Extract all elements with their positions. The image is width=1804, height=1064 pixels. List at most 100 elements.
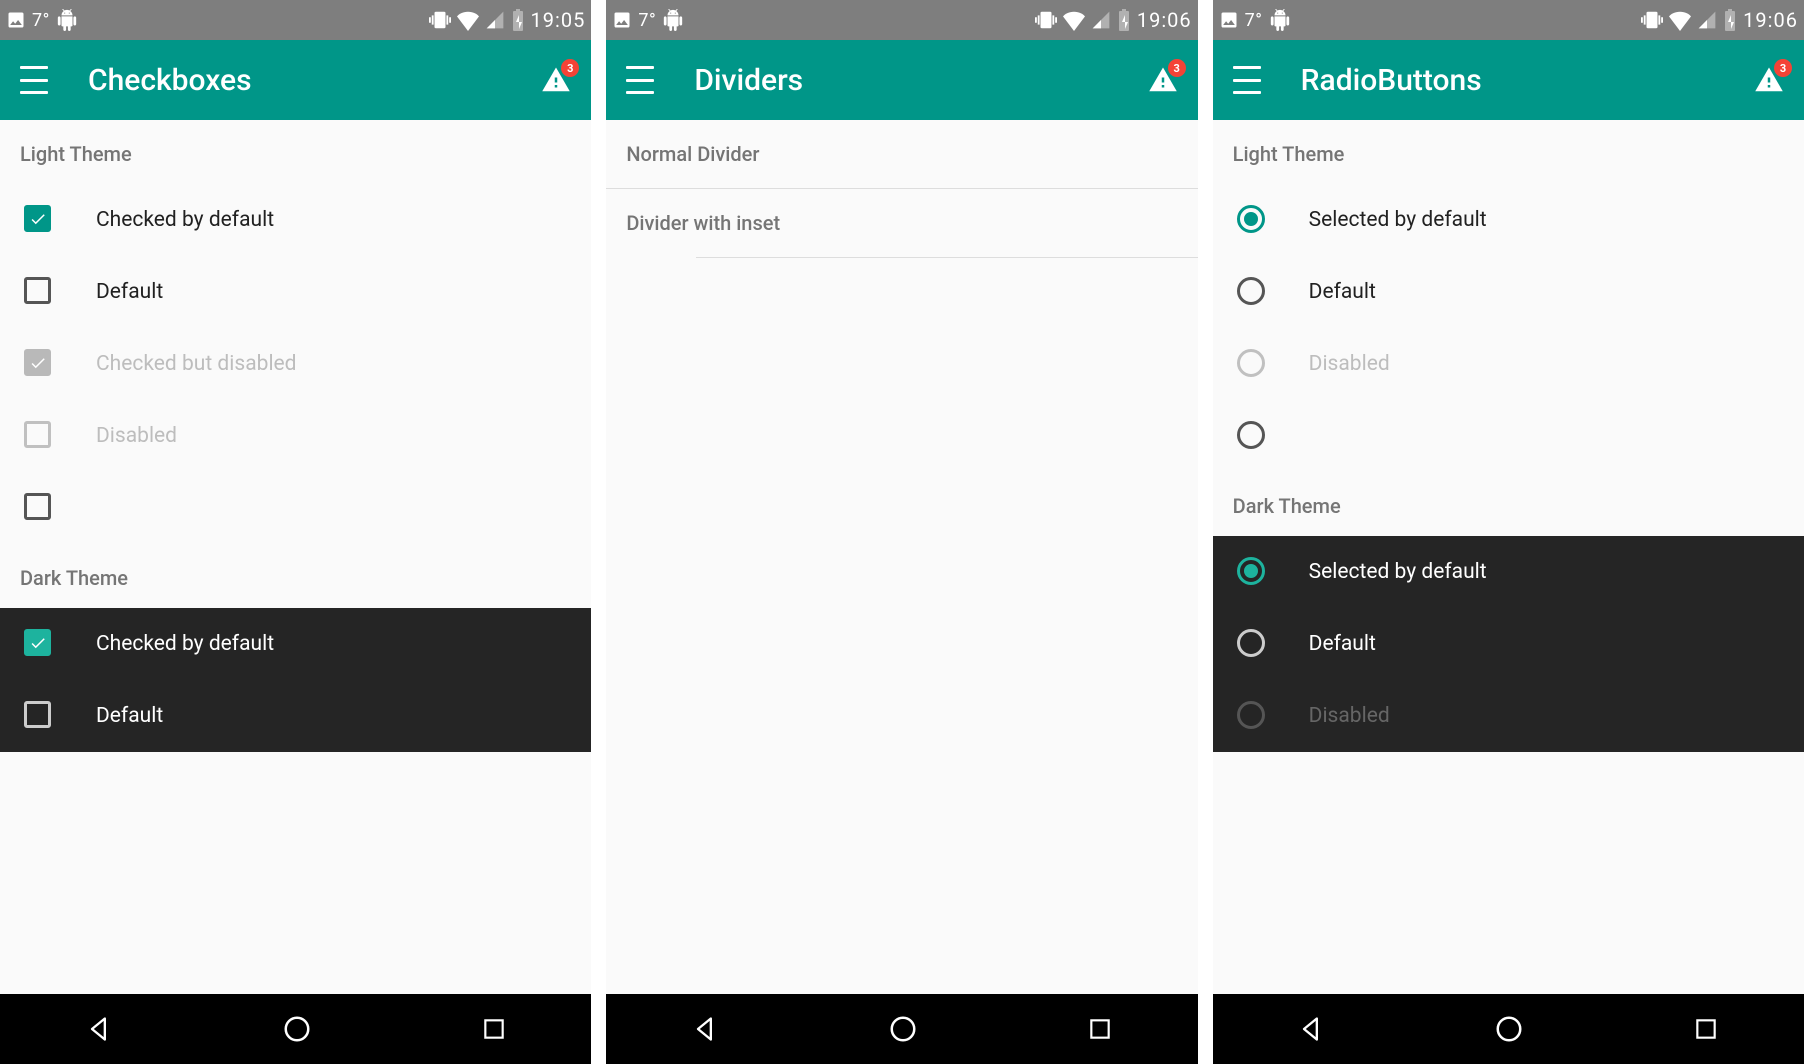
radio-row[interactable] xyxy=(1213,400,1804,472)
recent-icon[interactable] xyxy=(481,1016,507,1042)
back-icon[interactable] xyxy=(85,1015,113,1043)
checkbox-label: Default xyxy=(96,280,163,304)
badge: 3 xyxy=(1168,59,1186,77)
checkbox-row[interactable]: Checked by default xyxy=(0,184,591,256)
checkbox-icon xyxy=(24,493,51,520)
radio-icon xyxy=(1237,701,1265,729)
vibrate-icon xyxy=(429,9,451,31)
recent-icon[interactable] xyxy=(1087,1016,1113,1042)
content: Normal Divider Divider with inset xyxy=(606,120,1197,994)
checkbox-icon xyxy=(24,349,51,376)
badge: 3 xyxy=(1774,59,1792,77)
home-icon[interactable] xyxy=(1494,1014,1524,1044)
temperature: 7° xyxy=(638,10,656,31)
phone-radiobuttons: 7° 19:06 RadioButtons 3 Light Theme Sele… xyxy=(1213,0,1804,1064)
checkbox-row[interactable]: Default xyxy=(0,256,591,328)
badge: 3 xyxy=(561,59,579,77)
divider-section-header: Divider with inset xyxy=(606,189,1197,257)
status-bar: 7° 19:06 xyxy=(606,0,1197,40)
radio-label: Disabled xyxy=(1309,352,1390,376)
radio-label: Default xyxy=(1309,632,1376,656)
image-icon xyxy=(1219,10,1239,30)
image-icon xyxy=(612,10,632,30)
warning-button[interactable]: 3 xyxy=(541,65,571,95)
checkbox-icon xyxy=(24,205,51,232)
page-title: Checkboxes xyxy=(88,63,541,98)
radio-label: Disabled xyxy=(1309,704,1390,728)
temperature: 7° xyxy=(32,10,50,31)
app-bar: Dividers 3 xyxy=(606,40,1197,120)
recent-icon[interactable] xyxy=(1693,1016,1719,1042)
status-bar: 7° 19:05 xyxy=(0,0,591,40)
vibrate-icon xyxy=(1641,9,1663,31)
temperature: 7° xyxy=(1245,10,1263,31)
page-title: RadioButtons xyxy=(1301,63,1754,98)
android-nav-bar xyxy=(606,994,1197,1064)
battery-icon xyxy=(511,9,525,31)
dark-theme-section: Checked by default Default xyxy=(0,608,591,752)
android-icon xyxy=(1269,9,1291,31)
signal-icon xyxy=(485,10,505,30)
phone-checkboxes: 7° 19:05 Checkboxes 3 Light Theme Checke… xyxy=(0,0,591,1064)
checkbox-icon xyxy=(24,421,51,448)
wifi-icon xyxy=(1669,9,1691,31)
checkbox-label: Checked but disabled xyxy=(96,352,297,376)
checkbox-row: Checked but disabled xyxy=(0,328,591,400)
radio-label: Default xyxy=(1309,280,1376,304)
checkbox-icon xyxy=(24,701,51,728)
content: Light Theme Selected by default Default … xyxy=(1213,120,1804,994)
android-icon xyxy=(662,9,684,31)
hamburger-icon[interactable] xyxy=(20,66,48,94)
clock: 19:06 xyxy=(1137,8,1192,32)
dark-theme-section: Selected by default Default Disabled xyxy=(1213,536,1804,752)
divider-line-inset xyxy=(696,257,1197,258)
radio-row[interactable]: Selected by default xyxy=(1213,184,1804,256)
wifi-icon xyxy=(1063,9,1085,31)
radio-icon xyxy=(1237,421,1265,449)
radio-row[interactable]: Default xyxy=(1213,256,1804,328)
checkbox-icon xyxy=(24,629,51,656)
back-icon[interactable] xyxy=(691,1015,719,1043)
signal-icon xyxy=(1091,10,1111,30)
wifi-icon xyxy=(457,9,479,31)
android-nav-bar xyxy=(1213,994,1804,1064)
image-icon xyxy=(6,10,26,30)
page-title: Dividers xyxy=(694,63,1147,98)
radio-row[interactable]: Selected by default xyxy=(1213,536,1804,608)
signal-icon xyxy=(1697,10,1717,30)
clock: 19:05 xyxy=(531,8,586,32)
checkbox-row[interactable]: Checked by default xyxy=(0,608,591,680)
radio-icon xyxy=(1237,277,1265,305)
radio-icon xyxy=(1237,629,1265,657)
radio-label: Selected by default xyxy=(1309,208,1487,232)
light-theme-header: Light Theme xyxy=(1213,120,1804,184)
dark-theme-header: Dark Theme xyxy=(1213,472,1804,536)
checkbox-row[interactable]: Default xyxy=(0,680,591,752)
hamburger-icon[interactable] xyxy=(626,66,654,94)
radio-icon xyxy=(1237,557,1265,585)
battery-icon xyxy=(1723,9,1737,31)
battery-icon xyxy=(1117,9,1131,31)
android-nav-bar xyxy=(0,994,591,1064)
app-bar: Checkboxes 3 xyxy=(0,40,591,120)
divider-section-header: Normal Divider xyxy=(606,120,1197,188)
checkbox-row[interactable] xyxy=(0,472,591,544)
home-icon[interactable] xyxy=(888,1014,918,1044)
dark-theme-header: Dark Theme xyxy=(0,544,591,608)
radio-icon xyxy=(1237,349,1265,377)
radio-row[interactable]: Default xyxy=(1213,608,1804,680)
home-icon[interactable] xyxy=(282,1014,312,1044)
back-icon[interactable] xyxy=(1297,1015,1325,1043)
radio-row: Disabled xyxy=(1213,680,1804,752)
vibrate-icon xyxy=(1035,9,1057,31)
warning-button[interactable]: 3 xyxy=(1754,65,1784,95)
content: Light Theme Checked by default Default C… xyxy=(0,120,591,994)
radio-row: Disabled xyxy=(1213,328,1804,400)
warning-button[interactable]: 3 xyxy=(1148,65,1178,95)
hamburger-icon[interactable] xyxy=(1233,66,1261,94)
radio-icon xyxy=(1237,205,1265,233)
checkbox-label: Default xyxy=(96,704,163,728)
app-bar: RadioButtons 3 xyxy=(1213,40,1804,120)
phone-dividers: 7° 19:06 Dividers 3 Normal Divider Divid… xyxy=(606,0,1197,1064)
checkbox-row: Disabled xyxy=(0,400,591,472)
